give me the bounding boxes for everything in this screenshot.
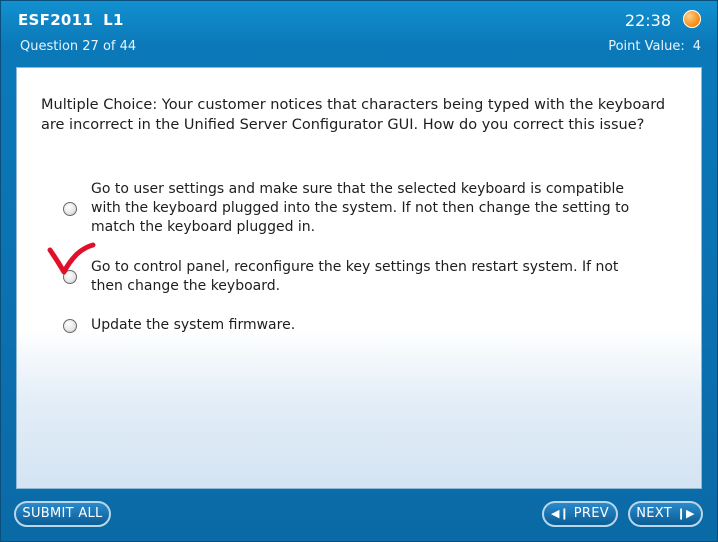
- prev-icon: ◀❙: [551, 507, 570, 520]
- question-progress: Question 27 of 44: [20, 39, 137, 54]
- timer-display: 22:38: [624, 11, 671, 30]
- timer-icon: [683, 10, 701, 28]
- exam-window: ESF2011 L1 Question 27 of 44 22:38 Point …: [0, 0, 718, 542]
- answer-option-2[interactable]: Go to control panel, reconfigure the key…: [63, 258, 653, 296]
- next-icon: ❙▶: [676, 507, 695, 520]
- next-label: NEXT: [636, 506, 673, 521]
- exam-title: ESF2011 L1: [18, 11, 124, 29]
- radio-button[interactable]: [63, 318, 77, 333]
- question-text: Multiple Choice: Your customer notices t…: [41, 97, 666, 133]
- next-button[interactable]: NEXT ❙▶: [628, 501, 703, 527]
- submit-all-label: SUBMIT ALL: [22, 506, 103, 521]
- course-level: L1: [103, 11, 124, 29]
- course-code: ESF2011: [18, 11, 94, 29]
- submit-all-button[interactable]: SUBMIT ALL: [14, 501, 111, 527]
- answer-option-label[interactable]: Update the system firmware.: [91, 316, 651, 335]
- prev-label: PREV: [573, 506, 609, 521]
- answer-option-label[interactable]: Go to user settings and make sure that t…: [91, 180, 651, 237]
- point-value-number: 4: [692, 39, 701, 54]
- prev-button[interactable]: ◀❙ PREV: [542, 501, 618, 527]
- answer-option-3[interactable]: Update the system firmware.: [63, 316, 653, 335]
- question-panel: Multiple Choice: Your customer notices t…: [16, 67, 702, 489]
- answer-option-label[interactable]: Go to control panel, reconfigure the key…: [91, 258, 651, 296]
- radio-button[interactable]: [63, 201, 77, 216]
- checkmark-annotation: [47, 242, 96, 275]
- point-value: Point Value: 4: [608, 39, 701, 54]
- answer-option-1[interactable]: Go to user settings and make sure that t…: [63, 180, 653, 237]
- point-value-label: Point Value:: [608, 39, 685, 54]
